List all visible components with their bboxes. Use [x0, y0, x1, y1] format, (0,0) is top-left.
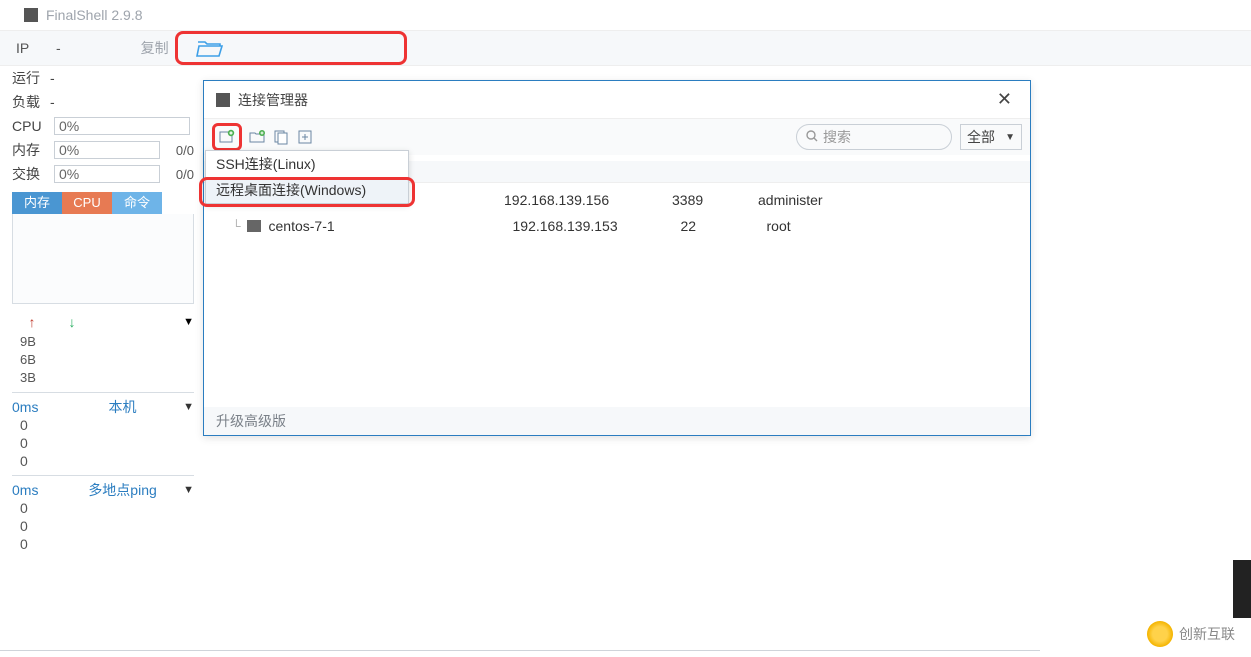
brand-text: 创新互联 [1179, 624, 1235, 644]
ping-zero: 0 [12, 500, 194, 518]
dropdown-item-rdp[interactable]: 远程桌面连接(Windows) [206, 177, 408, 203]
dropdown-item-ssh[interactable]: SSH连接(Linux) [206, 151, 408, 177]
conn-ip: 192.168.139.153 [513, 218, 681, 234]
net-scale-6b: 6B [12, 352, 194, 370]
ping-local-label[interactable]: 本机 [109, 397, 137, 417]
swap-label: 交换 [12, 164, 50, 184]
highlight-new-button [212, 123, 242, 151]
load-label: 负载 [12, 92, 50, 112]
ip-value: - [56, 40, 61, 56]
conn-user: root [767, 218, 791, 234]
app-icon [24, 8, 38, 22]
ping-zero: 0 [12, 453, 194, 471]
ping-local-header: 0ms 本机 ▼ [12, 397, 194, 417]
brand-logo-icon [1147, 621, 1173, 647]
ping-local-ms: 0ms [12, 399, 62, 415]
app-title: FinalShell 2.9.8 [46, 7, 143, 23]
download-arrow-icon: ↓ [52, 314, 92, 330]
connection-row[interactable]: └ centos-7-1 192.168.139.153 22 root [204, 213, 1030, 239]
connection-manager-dialog: 连接管理器 ✕ 搜索 全部 ▼ [203, 80, 1031, 436]
dialog-title: 连接管理器 [238, 90, 308, 110]
net-scale-9b: 9B [12, 334, 194, 352]
swap-frac: 0/0 [164, 167, 194, 182]
close-icon[interactable]: ✕ [991, 89, 1018, 110]
copy-icon[interactable] [272, 128, 290, 146]
filter-select[interactable]: 全部 ▼ [960, 124, 1022, 150]
mem-frac: 0/0 [164, 143, 194, 158]
caret-down-icon[interactable]: ▼ [183, 316, 194, 328]
folder-open-icon[interactable] [196, 38, 224, 58]
network-row: ↑ ↓ ▼ [12, 310, 194, 334]
run-label: 运行 [12, 68, 50, 88]
resource-tabs: 内存 CPU 命令 [12, 192, 194, 214]
chart-area [12, 214, 194, 304]
bottom-divider [0, 650, 1040, 651]
search-placeholder: 搜索 [823, 127, 851, 147]
dialog-titlebar: 连接管理器 ✕ [204, 81, 1030, 119]
server-icon [247, 220, 261, 232]
ping-multi-label[interactable]: 多地点ping [88, 480, 156, 500]
conn-port: 3389 [672, 192, 758, 208]
run-value: - [50, 70, 55, 86]
new-connection-icon[interactable] [218, 128, 236, 146]
conn-name: centos-7-1 [269, 218, 513, 234]
ping-multi-header: 0ms 多地点ping ▼ [12, 480, 194, 500]
search-icon [805, 129, 819, 146]
dialog-footer: 升级高级版 [204, 407, 1030, 435]
ping-zero: 0 [12, 518, 194, 536]
ping-zero: 0 [12, 536, 194, 554]
window-titlebar: FinalShell 2.9.8 [0, 0, 1251, 30]
ip-label: IP [16, 40, 56, 56]
conn-port: 22 [681, 218, 767, 234]
ping-zero: 0 [12, 435, 194, 453]
left-status-panel: 运行- 负载- CPU0% 内存0%0/0 交换0%0/0 内存 CPU 命令 … [12, 66, 194, 554]
new-connection-dropdown: SSH连接(Linux) 远程桌面连接(Windows) [205, 150, 409, 204]
conn-user: administer [758, 192, 823, 208]
swap-bar: 0% [54, 165, 160, 183]
ping-zero: 0 [12, 417, 194, 435]
net-scale-3b: 3B [12, 370, 194, 388]
caret-down-icon[interactable]: ▼ [183, 401, 194, 413]
caret-down-icon: ▼ [1005, 132, 1015, 143]
load-value: - [50, 94, 55, 110]
cpu-label: CPU [12, 118, 50, 134]
mem-label: 内存 [12, 140, 50, 160]
ping-multi-ms: 0ms [12, 482, 62, 498]
search-input[interactable]: 搜索 [796, 124, 952, 150]
tab-command[interactable]: 命令 [112, 192, 162, 214]
tab-memory[interactable]: 内存 [12, 192, 62, 214]
highlight-folder-button [175, 31, 407, 65]
tab-cpu[interactable]: CPU [62, 192, 112, 214]
dialog-icon [216, 93, 230, 107]
upload-arrow-icon: ↑ [12, 314, 52, 330]
filter-value: 全部 [967, 127, 995, 147]
main-toolbar: IP - 复制 [0, 30, 1251, 66]
conn-ip: 192.168.139.156 [504, 192, 672, 208]
watermark: 创新互联 [1147, 621, 1235, 647]
tree-line-icon: └ [232, 219, 241, 233]
upgrade-link[interactable]: 升级高级版 [216, 411, 286, 431]
new-folder-icon[interactable] [248, 128, 266, 146]
caret-down-icon[interactable]: ▼ [183, 484, 194, 496]
mem-bar: 0% [54, 141, 160, 159]
right-edge-decor [1233, 560, 1251, 618]
copy-label[interactable]: 复制 [141, 38, 169, 58]
cpu-bar: 0% [54, 117, 190, 135]
expand-icon[interactable] [296, 128, 314, 146]
